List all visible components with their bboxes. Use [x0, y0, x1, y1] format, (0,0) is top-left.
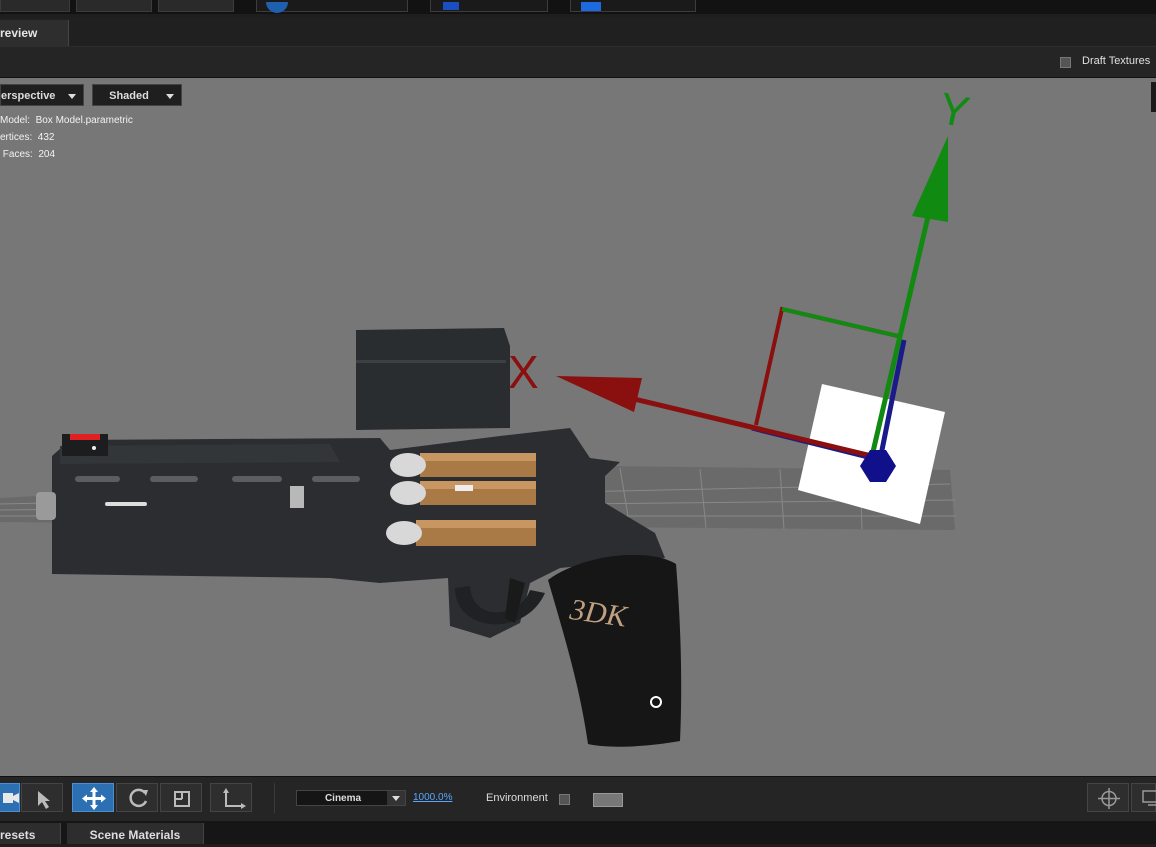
rotate-icon [129, 788, 148, 808]
target-tool-button[interactable] [1087, 783, 1129, 812]
select-tool-button[interactable] [21, 783, 63, 812]
render-mode-label: Cinema [324, 793, 362, 804]
crosshair-icon [1098, 788, 1120, 809]
top-button-1[interactable] [0, 0, 70, 12]
shading-dropdown[interactable]: Shaded [92, 84, 182, 106]
tab-scene-materials[interactable]: Scene Materials [67, 823, 204, 844]
cylinder-bullets [386, 453, 536, 546]
vertices-stat-label: ertices: [0, 132, 33, 143]
gizmo-x-arrowhead[interactable] [556, 376, 642, 412]
camera-tool-button[interactable] [0, 783, 20, 812]
move-tool-button[interactable] [72, 783, 114, 812]
axis-icon [223, 788, 246, 809]
environment-checkbox[interactable] [559, 794, 570, 805]
gizmo-x-label: X [508, 346, 539, 398]
toolbar-divider [274, 783, 275, 813]
chevron-down-icon [166, 94, 174, 99]
cube-icon [443, 2, 459, 10]
gizmo-y-arrowhead[interactable] [912, 136, 948, 222]
monitor-icon [1142, 790, 1156, 806]
globe-icon [266, 0, 288, 13]
shading-label: Shaded [109, 90, 149, 102]
scope-block [356, 328, 510, 430]
scale-tool-button[interactable] [160, 783, 202, 812]
model-stat-value: Box Model.parametric [35, 115, 133, 126]
model-stat-label: Model: [0, 115, 31, 126]
panel-tab-strip: review [0, 18, 1156, 47]
zoom-value[interactable]: 1000.0% [413, 792, 452, 803]
top-button-globe[interactable] [256, 0, 408, 13]
projection-label: erspective [1, 90, 56, 102]
move-arrows-icon [82, 787, 106, 810]
draft-textures-checkbox[interactable] [1060, 57, 1071, 68]
tab-preview[interactable]: review [0, 20, 69, 46]
monitor-tool-button[interactable] [1131, 783, 1156, 812]
chevron-down-icon [68, 94, 76, 99]
dropdown-button [387, 791, 405, 805]
viewport-side-handle[interactable] [1151, 82, 1156, 112]
environment-color-swatch[interactable] [593, 793, 623, 807]
cube-icon [581, 2, 601, 11]
top-button-3[interactable] [158, 0, 234, 12]
tab-presets[interactable]: resets [0, 823, 61, 844]
faces-stat-label: Faces: [2, 149, 33, 160]
gizmo-xy-plane-green [781, 307, 899, 338]
chevron-down-icon [392, 796, 400, 801]
arrow-pointer-icon [38, 791, 50, 809]
environment-label: Environment [486, 792, 548, 804]
faces-stat-value: 204 [38, 149, 56, 160]
axis-tool-button[interactable] [210, 783, 252, 812]
gizmo-y-label: Y [935, 84, 974, 138]
scale-box-icon [174, 791, 190, 807]
top-button-cube-2[interactable] [570, 0, 696, 12]
render-mode-dropdown[interactable]: Cinema [296, 790, 406, 806]
top-button-2[interactable] [76, 0, 152, 12]
viewport-toolbar: Cinema 1000.0% Environment [0, 776, 1156, 821]
3d-viewport[interactable]: 3DK X Y erspective Shaded Model: Box Mod… [0, 78, 1156, 776]
camera-icon [3, 793, 19, 803]
top-button-cube-1[interactable] [430, 0, 548, 12]
bottom-panel-tabs: resets Scene Materials [0, 821, 1156, 844]
rotate-tool-button[interactable] [116, 783, 158, 812]
tab-scene-materials-label: Scene Materials [89, 828, 181, 842]
viewport-options-bar: Draft Textures [0, 47, 1156, 78]
top-toolbar [0, 0, 1156, 14]
draft-textures-label: Draft Textures [1082, 55, 1151, 67]
model-stats: Model: Box Model.parametric ertices: 432… [0, 112, 133, 163]
vertices-stat-value: 432 [37, 132, 55, 143]
pistol-grip: 3DK [548, 554, 682, 747]
scene-canvas: 3DK X Y [0, 82, 1156, 747]
projection-dropdown[interactable]: erspective [0, 84, 84, 106]
tab-presets-label: resets [0, 828, 36, 842]
